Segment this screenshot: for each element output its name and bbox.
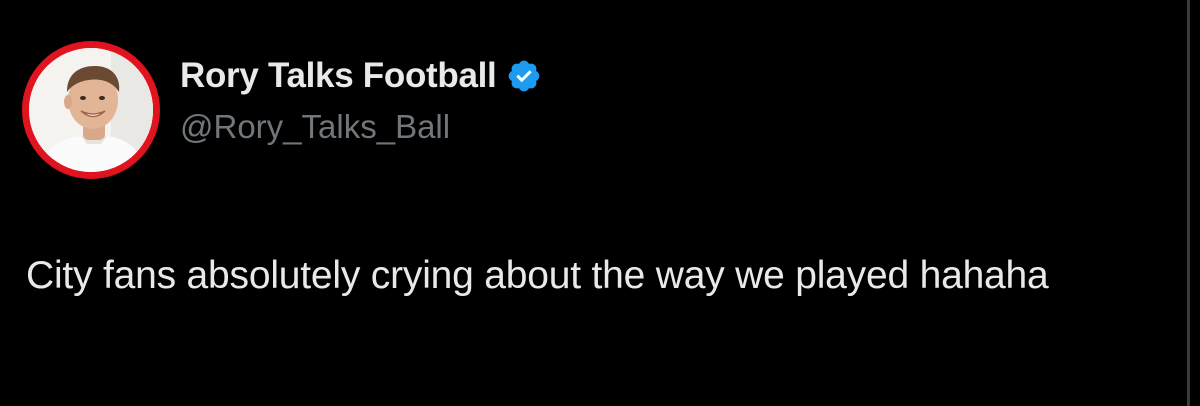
scrollbar[interactable]	[1187, 0, 1190, 406]
tweet-card: Rory Talks Football @Rory_Talks_Ball Cit…	[0, 0, 1200, 406]
tweet-text: City fans absolutely crying about the wa…	[26, 254, 1049, 297]
verified-badge-icon[interactable]	[506, 58, 542, 94]
avatar[interactable]	[22, 41, 160, 179]
profile-photo	[29, 48, 153, 172]
person-avatar-icon	[29, 48, 153, 172]
author-handle[interactable]: @Rory_Talks_Ball	[180, 108, 450, 146]
author-name-row: Rory Talks Football	[180, 54, 542, 98]
display-name[interactable]: Rory Talks Football	[180, 56, 497, 96]
